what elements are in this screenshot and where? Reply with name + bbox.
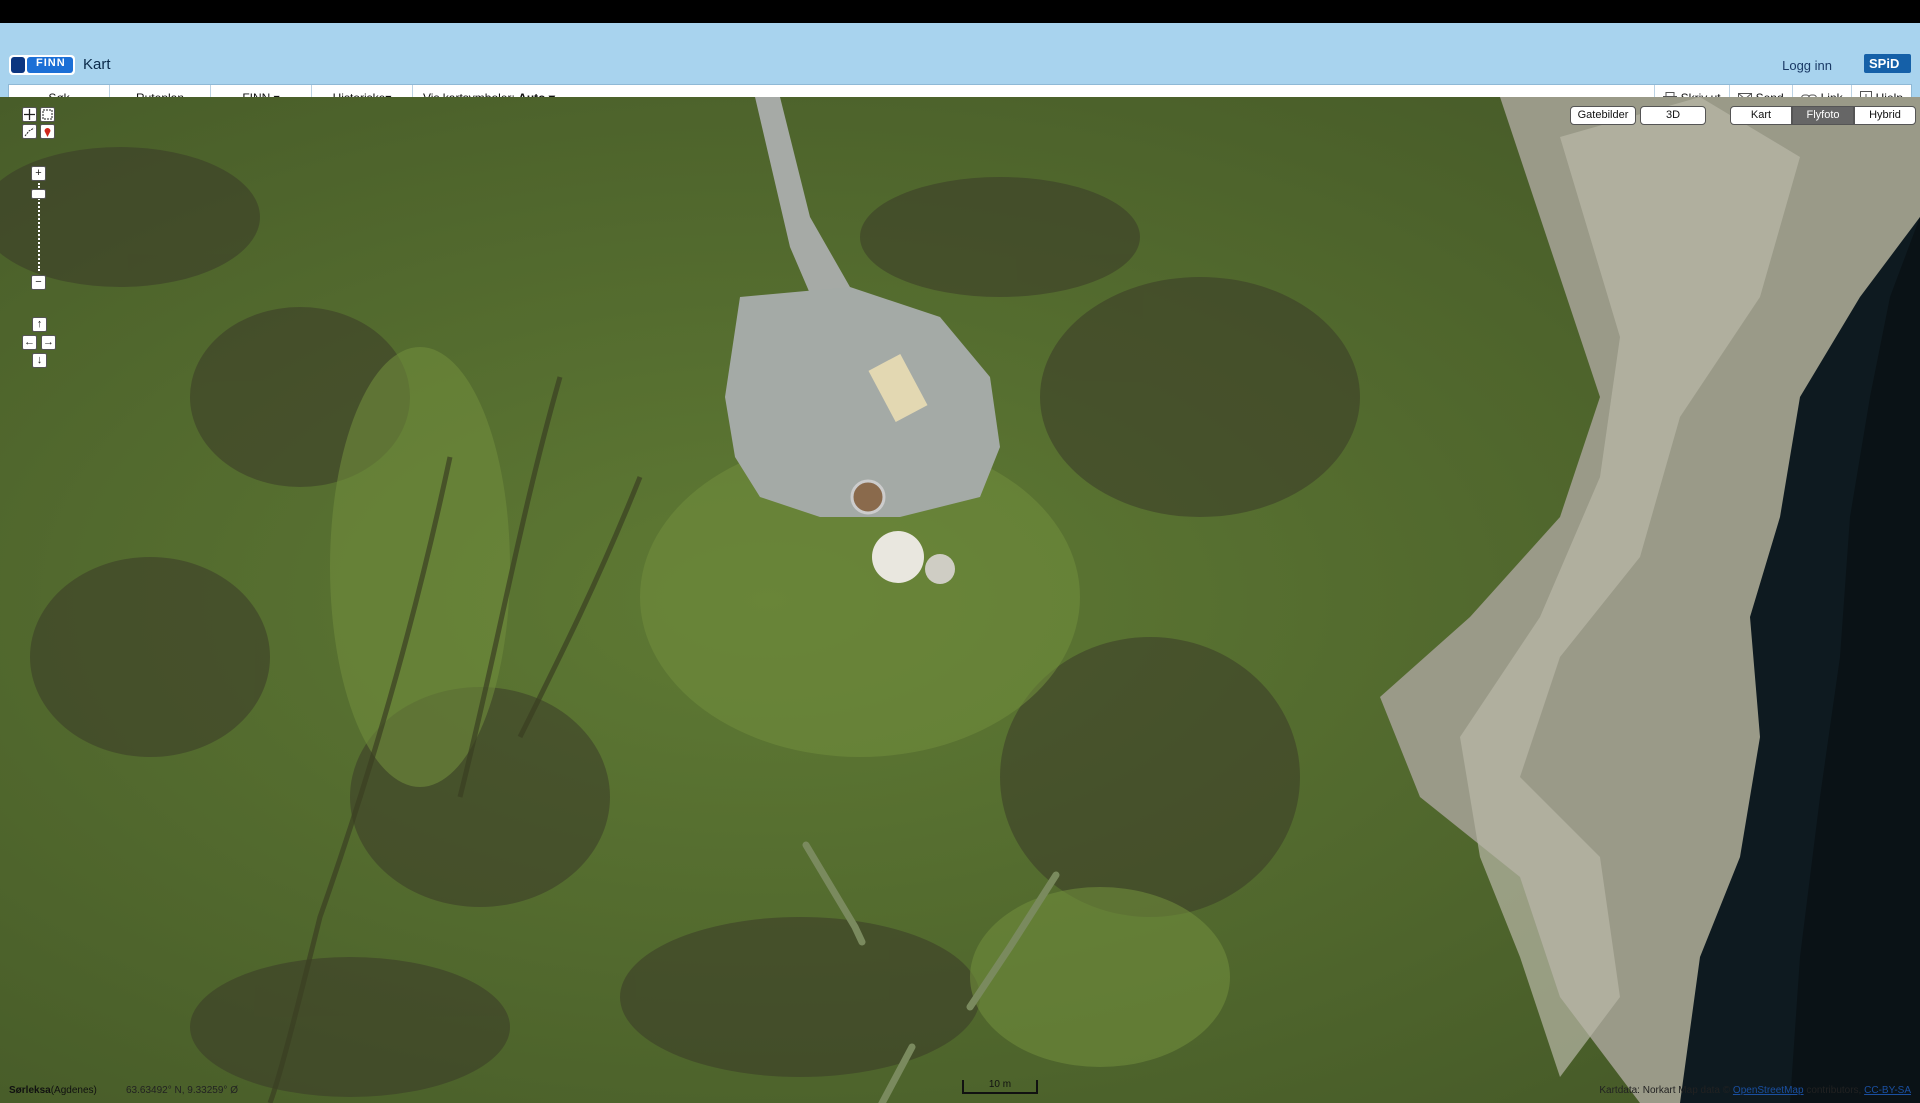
- window-top-bar: [0, 0, 1920, 23]
- crosshair-icon: [24, 109, 35, 120]
- zoom-slider-handle[interactable]: [31, 189, 46, 199]
- pan-left-button[interactable]: ←: [22, 335, 37, 350]
- maptype-gatebilder-button[interactable]: Gatebilder: [1570, 106, 1636, 125]
- maptype-flyfoto-button[interactable]: Flyfoto: [1792, 106, 1854, 125]
- measure-icon: [24, 127, 35, 137]
- maptype-3d-button[interactable]: 3D: [1640, 106, 1706, 125]
- attribution-mid: contributors,: [1806, 1085, 1862, 1096]
- map-pin-icon: [44, 128, 51, 137]
- dashed-box-icon: [42, 109, 53, 120]
- scale-bar: 10 m: [962, 1080, 1038, 1094]
- place-municipality: (Agdenes): [50, 1085, 97, 1096]
- box-select-button[interactable]: [40, 107, 55, 122]
- cc-by-sa-link[interactable]: CC-BY-SA: [1864, 1085, 1911, 1096]
- pan-up-button[interactable]: ↑: [32, 317, 47, 332]
- attribution-prefix: Kartdata: Norkart Map data ©: [1599, 1085, 1731, 1096]
- pan-tool-button[interactable]: [22, 107, 37, 122]
- maptype-kart-button[interactable]: Kart: [1730, 106, 1792, 125]
- place-name: Sørleksa: [9, 1085, 51, 1096]
- aerial-photo: [0, 97, 1920, 1103]
- zoom-out-button[interactable]: −: [31, 275, 46, 290]
- zoom-in-button[interactable]: +: [31, 166, 46, 181]
- login-link[interactable]: Logg inn: [1782, 58, 1832, 73]
- pan-right-button[interactable]: →: [41, 335, 56, 350]
- location-name: Sørleksa(Agdenes): [9, 1085, 97, 1096]
- logo-text: FINN: [36, 57, 66, 69]
- measure-tool-button[interactable]: [22, 124, 37, 139]
- page-title: Kart: [83, 56, 111, 73]
- coordinate-readout: 63.63492° N, 9.33259° Ø: [126, 1085, 238, 1096]
- app-header: FINN Kart Logg inn SPiD Søk Ruteplan FIN…: [0, 23, 1920, 112]
- aerial-map[interactable]: + − ↑ ← → ↓: [0, 97, 1920, 1103]
- pan-down-button[interactable]: ↓: [32, 353, 47, 368]
- spid-logo[interactable]: SPiD: [1864, 54, 1911, 73]
- place-marker-button[interactable]: [40, 124, 55, 139]
- map-attribution: Kartdata: Norkart Map data © OpenStreetM…: [1599, 1085, 1911, 1096]
- openstreetmap-link[interactable]: OpenStreetMap: [1733, 1085, 1804, 1096]
- maptype-hybrid-button[interactable]: Hybrid: [1854, 106, 1916, 125]
